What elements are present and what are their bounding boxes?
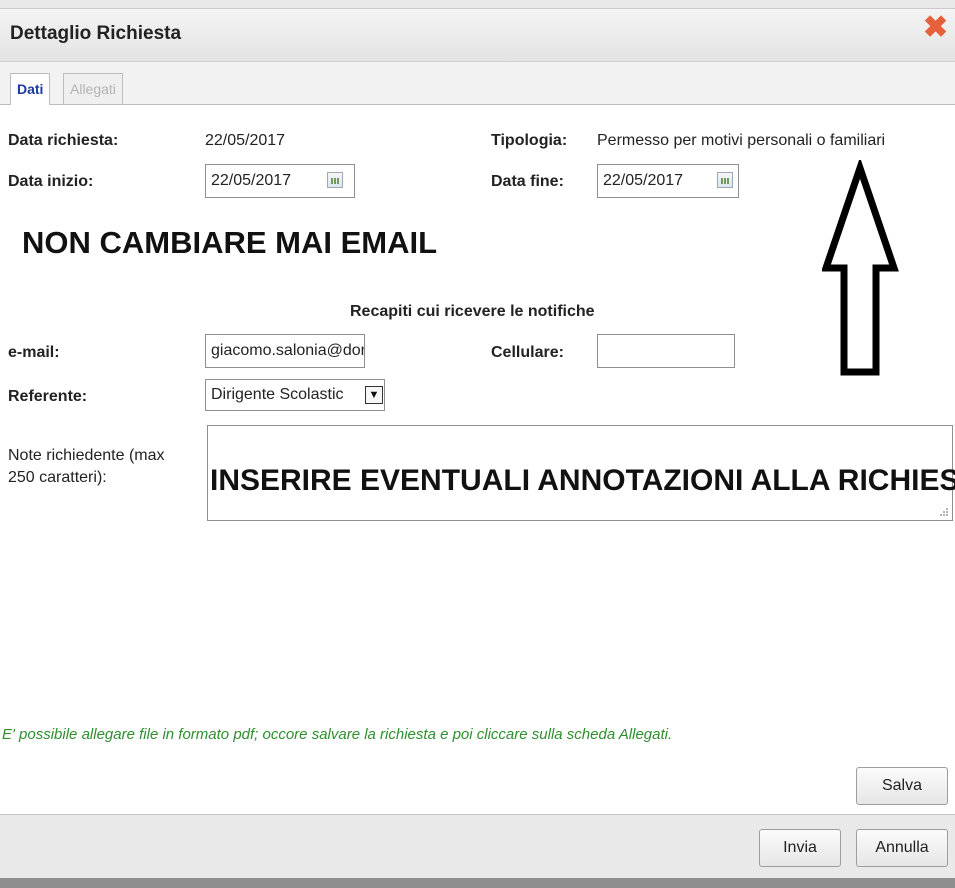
attachment-hint: E' possibile allegare file in formato pd… — [2, 726, 673, 743]
top-strip — [0, 0, 955, 9]
tab-allegati[interactable]: Allegati — [63, 73, 123, 104]
tipologia-value: Permesso per motivi personali o familiar… — [597, 132, 886, 149]
recapiti-heading: Recapiti cui ricevere le notifiche — [350, 303, 595, 320]
resize-grip-icon[interactable] — [939, 507, 949, 517]
email-warning-annotation: NON CAMBIARE MAI EMAIL — [22, 225, 438, 260]
referente-label: Referente: — [8, 388, 88, 405]
data-richiesta-label: Data richiesta: — [8, 132, 119, 149]
invia-button[interactable]: Invia — [759, 829, 841, 867]
data-inizio-label: Data inizio: — [8, 173, 94, 190]
tab-bar — [0, 62, 955, 105]
email-label: e-mail: — [8, 344, 60, 361]
salva-button[interactable]: Salva — [856, 767, 948, 805]
note-instruction-annotation: INSERIRE EVENTUALI ANNOTAZIONI ALLA RICH… — [210, 464, 955, 497]
bottom-edge — [0, 878, 955, 888]
data-fine-value: 22/05/2017 — [603, 172, 684, 189]
calendar-icon[interactable] — [717, 172, 733, 188]
cellulare-input[interactable] — [597, 334, 735, 368]
data-fine-label: Data fine: — [491, 173, 564, 190]
close-icon[interactable]: ✖ — [923, 13, 948, 43]
dropdown-arrow-icon[interactable]: ▼ — [365, 386, 383, 404]
annulla-button[interactable]: Annulla — [856, 829, 948, 867]
note-label: Note richiedente (max 250 caratteri): — [8, 447, 165, 486]
data-richiesta-value: 22/05/2017 — [205, 132, 286, 149]
email-input[interactable]: giacomo.salonia@donmilanita — [205, 334, 365, 368]
dialog-title: Dettaglio Richiesta — [10, 23, 182, 44]
email-value: giacomo.salonia@donmilanita — [211, 342, 364, 359]
referente-select[interactable]: Dirigente Scolastic — [205, 379, 385, 411]
calendar-icon[interactable] — [327, 172, 343, 188]
referente-value: Dirigente Scolastic — [211, 386, 344, 403]
tab-dati[interactable]: Dati — [10, 73, 51, 105]
up-arrow-icon — [822, 160, 899, 376]
data-inizio-value: 22/05/2017 — [211, 172, 292, 189]
cellulare-label: Cellulare: — [491, 344, 564, 361]
tipologia-label: Tipologia: — [491, 132, 568, 149]
